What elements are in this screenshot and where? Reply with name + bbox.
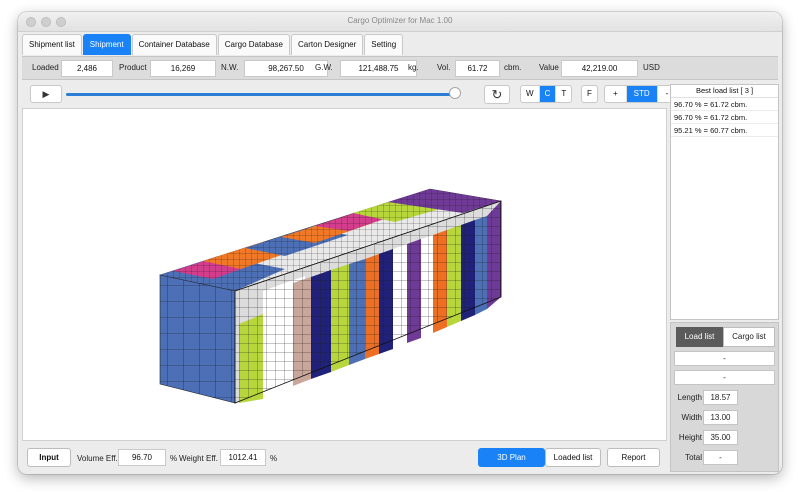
app-window: Cargo Optimizer for Mac 1.00 Shipment li…: [18, 12, 782, 474]
total-label: Total: [685, 453, 702, 462]
container-3d-render: [158, 188, 502, 404]
tab-setting[interactable]: Setting: [364, 34, 404, 55]
view-w-button[interactable]: W: [521, 86, 540, 102]
view-f-button[interactable]: F: [582, 86, 597, 102]
best-load-list-header: Best load list [ 3 ]: [671, 85, 778, 98]
length-field[interactable]: 18.57: [703, 390, 738, 405]
product-label: Product: [119, 63, 147, 72]
weight-efficiency-unit: %: [270, 454, 278, 463]
report-button[interactable]: Report: [607, 448, 660, 467]
length-label: Length: [677, 393, 702, 402]
view-t-button[interactable]: T: [556, 86, 571, 102]
height-field[interactable]: 35.00: [703, 430, 738, 445]
product-field[interactable]: 16,269: [150, 60, 216, 77]
tab-shipment-list[interactable]: Shipment list: [22, 34, 82, 55]
title-bar: Cargo Optimizer for Mac 1.00: [18, 12, 782, 32]
best-load-row[interactable]: 96.70 % = 61.72 cbm.: [671, 98, 778, 111]
weight-efficiency-field[interactable]: 1012.41: [220, 449, 266, 466]
view-c-button[interactable]: C: [539, 86, 557, 102]
tab-container-database[interactable]: Container Database: [131, 34, 217, 55]
loaded-label: Loaded: [32, 63, 59, 72]
volume-label: Vol.: [437, 63, 451, 72]
view-mode-segment: W C T: [520, 85, 573, 103]
cargo-detail-panel: Load list Cargo list - - Length 18.57 Wi…: [670, 322, 779, 472]
tab-load-list[interactable]: Load list: [676, 327, 723, 347]
load-list-field-2[interactable]: -: [674, 370, 775, 385]
gross-weight-field[interactable]: 121,488.75: [340, 60, 417, 77]
3d-plan-button[interactable]: 3D Plan: [478, 448, 545, 467]
slider-knob[interactable]: [449, 87, 461, 99]
front-view-segment: F: [581, 85, 598, 103]
input-button[interactable]: Input: [27, 448, 71, 467]
value-field[interactable]: 42,219.00: [561, 60, 638, 77]
main-tabs: Shipment list Shipment Container Databas…: [22, 34, 404, 56]
width-label: Width: [681, 413, 702, 422]
tab-cargo-database[interactable]: Cargo Database: [217, 34, 291, 55]
value-unit: USD: [643, 63, 660, 72]
gross-weight-unit: kg.: [408, 63, 419, 72]
3d-container-view[interactable]: [22, 108, 667, 441]
refresh-icon: ↻: [491, 87, 503, 102]
front-grid: [160, 275, 235, 403]
zoom-standard-button[interactable]: STD: [626, 86, 658, 102]
bottom-bar: Input Volume Eff. 96.70 % Weight Eff. 10…: [22, 445, 667, 471]
volume-efficiency-unit: %: [170, 454, 178, 463]
load-list-field-1[interactable]: -: [674, 351, 775, 366]
best-load-list: Best load list [ 3 ] 96.70 % = 61.72 cbm…: [670, 84, 779, 320]
loaded-list-button[interactable]: Loaded list: [545, 448, 601, 467]
window-title: Cargo Optimizer for Mac 1.00: [347, 16, 453, 25]
best-load-row[interactable]: 96.70 % = 61.72 cbm.: [671, 111, 778, 124]
animation-slider[interactable]: [66, 93, 456, 96]
volume-unit: cbm.: [504, 63, 522, 72]
zoom-segment: + STD -: [604, 85, 678, 103]
best-load-row[interactable]: 95.21 % = 60.77 cbm.: [671, 124, 778, 137]
height-label: Height: [678, 433, 702, 442]
volume-field[interactable]: 61.72: [455, 60, 500, 77]
net-weight-label: N.W.: [221, 63, 239, 72]
shipment-summary-bar: Loaded 2,486 Product 16,269 N.W. 98,267.…: [22, 56, 778, 80]
gross-weight-label: G.W.: [315, 63, 333, 72]
total-field[interactable]: -: [703, 450, 738, 465]
volume-efficiency-field[interactable]: 96.70: [118, 449, 166, 466]
value-label: Value: [539, 63, 559, 72]
play-button[interactable]: ▶: [30, 85, 62, 103]
loaded-field[interactable]: 2,486: [61, 60, 113, 77]
tab-carton-designer[interactable]: Carton Designer: [291, 34, 364, 55]
refresh-button[interactable]: ↻: [484, 85, 510, 104]
zoom-in-button[interactable]: +: [605, 86, 627, 102]
tab-cargo-list[interactable]: Cargo list: [723, 327, 775, 347]
tab-shipment[interactable]: Shipment: [82, 34, 131, 55]
volume-efficiency-label: Volume Eff.: [77, 454, 118, 463]
weight-efficiency-label: Weight Eff.: [179, 454, 218, 463]
playback-toolbar: ▶ ↻ W C T F + STD -: [22, 82, 678, 106]
width-field[interactable]: 13.00: [703, 410, 738, 425]
